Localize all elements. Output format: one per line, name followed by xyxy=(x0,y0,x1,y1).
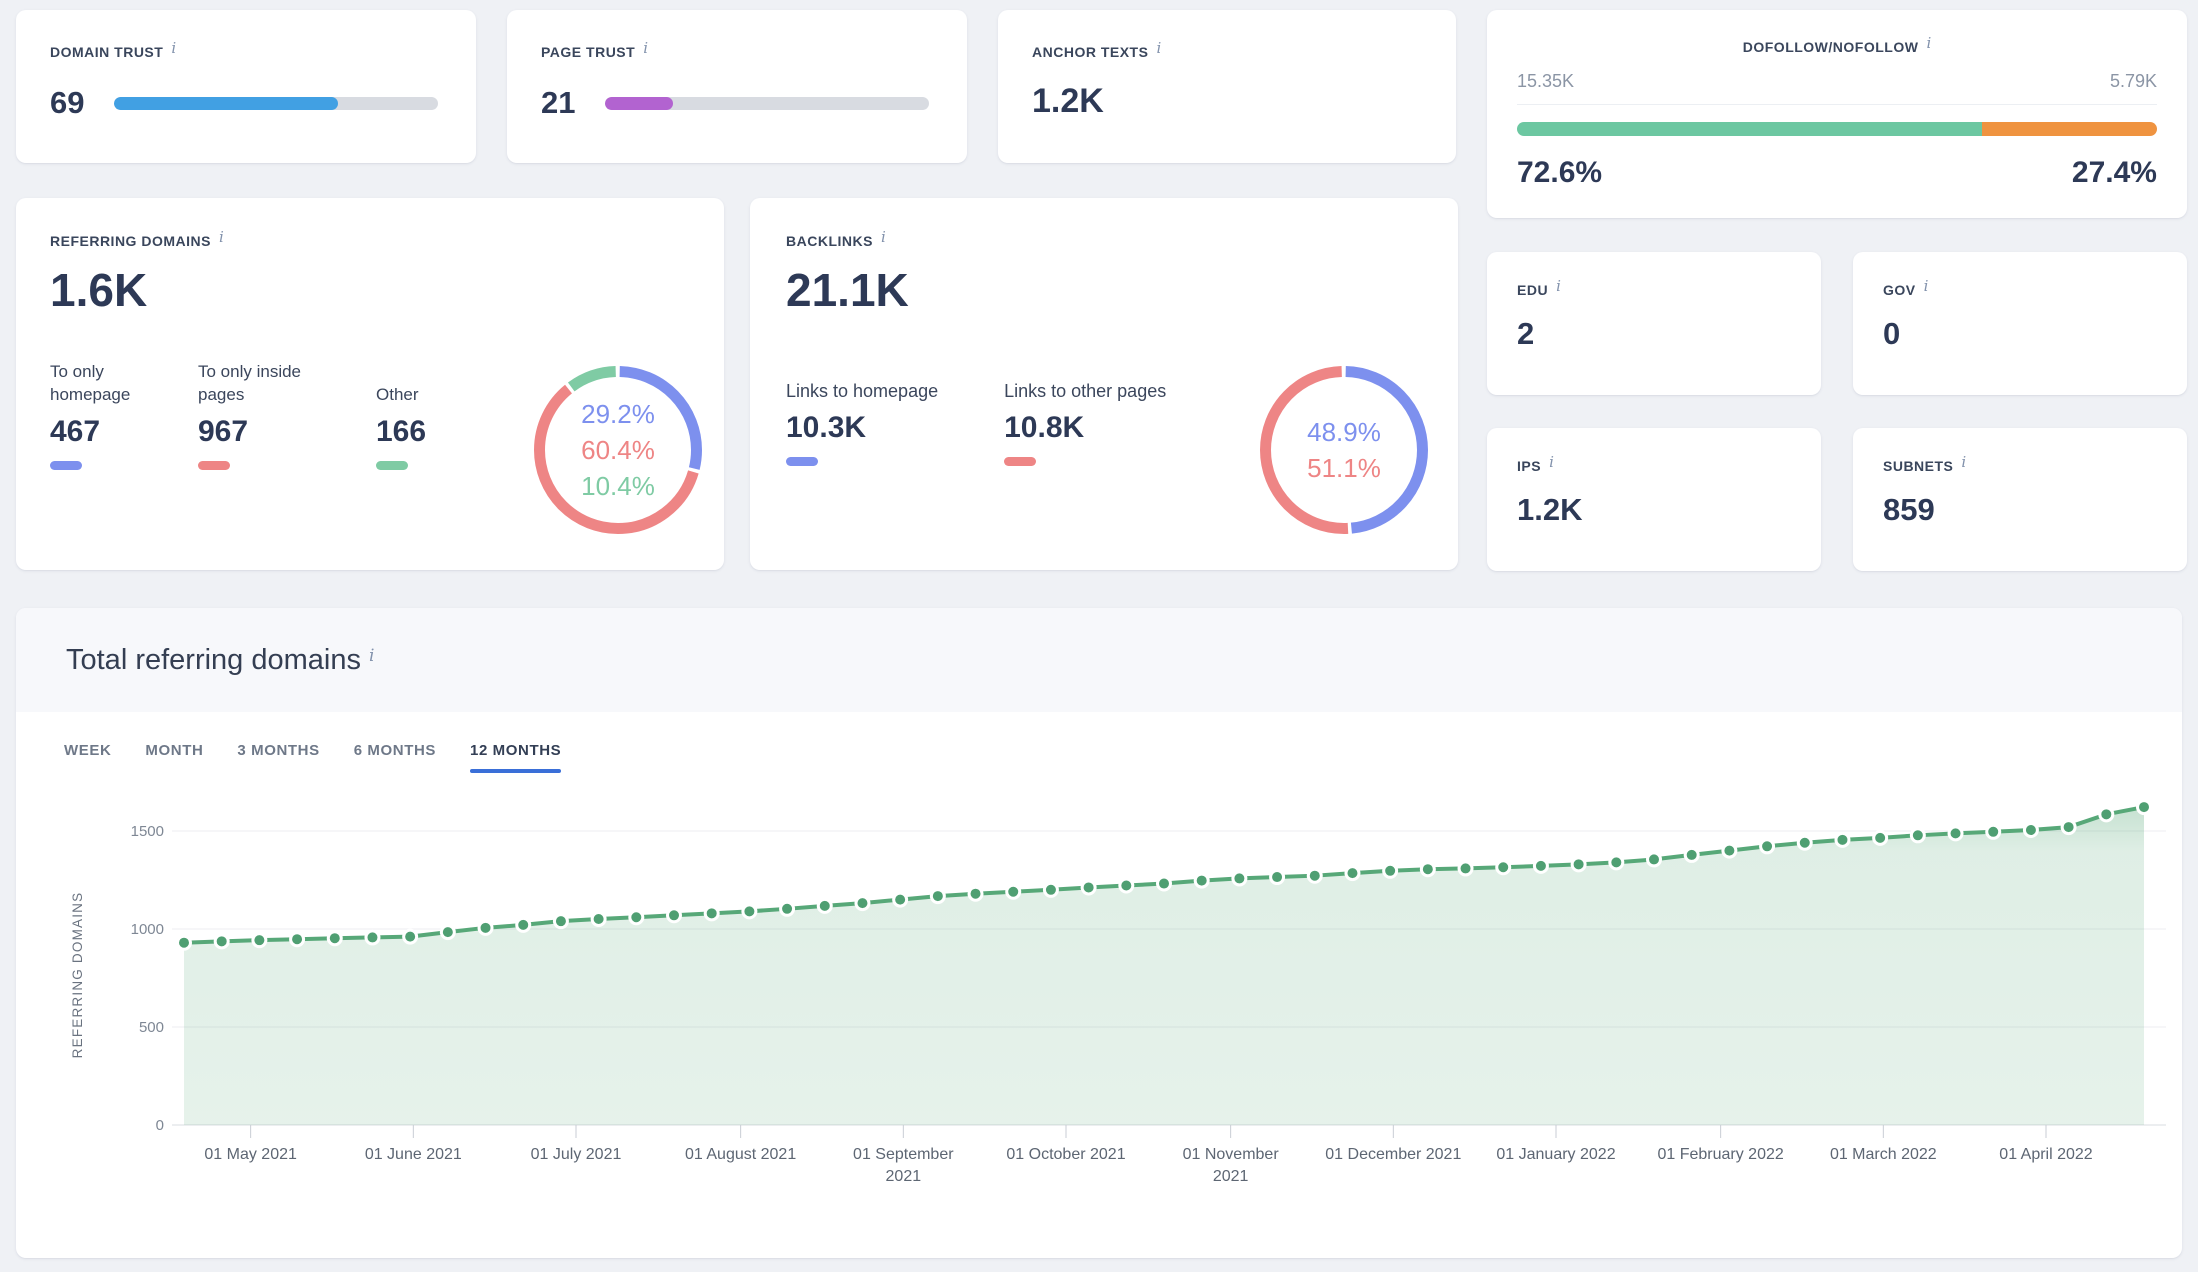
ips-card: IPS i 1.2K xyxy=(1487,428,1821,571)
donut-label: 51.1% xyxy=(1307,453,1381,483)
section-header: Total referring domains i xyxy=(16,608,2182,712)
domain-trust-bar-fill xyxy=(114,96,338,110)
legend-chip xyxy=(376,460,408,470)
card-title: REFERRING DOMAINS i xyxy=(50,228,224,249)
nofollow-percent: 27.4% xyxy=(2071,156,2157,189)
page-trust-bar xyxy=(605,96,929,110)
legend-chip xyxy=(198,460,230,470)
svg-text:REFERRING DOMAINS: REFERRING DOMAINS xyxy=(70,892,85,1059)
info-icon[interactable]: i xyxy=(369,646,374,666)
donut-label: 60.4% xyxy=(581,435,655,465)
info-icon[interactable]: i xyxy=(1961,453,1966,471)
card-title: ANCHOR TEXTS i xyxy=(1032,39,1162,60)
svg-text:01 July 2021: 01 July 2021 xyxy=(531,1146,622,1163)
svg-text:01 May 2021: 01 May 2021 xyxy=(204,1146,297,1163)
svg-text:01 January 2022: 01 January 2022 xyxy=(1496,1146,1615,1163)
nofollow-bar-segment xyxy=(1981,122,2157,136)
info-icon[interactable]: i xyxy=(1156,39,1161,57)
donut-label: 10.4% xyxy=(581,471,655,501)
card-title: SUBNETS i xyxy=(1883,453,1967,474)
info-icon[interactable]: i xyxy=(1549,453,1554,471)
info-icon[interactable]: i xyxy=(1926,34,1931,52)
backlinks-value: 21.1K xyxy=(786,264,909,316)
svg-text:01 June 2021: 01 June 2021 xyxy=(365,1146,462,1163)
nofollow-count: 5.79K xyxy=(2109,71,2157,91)
dashboard: DOMAIN TRUST i 69 PAGE TRUST i 21 ANCHOR T… xyxy=(0,0,2198,1272)
svg-text:01 March 2022: 01 March 2022 xyxy=(1830,1146,1937,1163)
anchor-texts-card: ANCHOR TEXTS i 1.2K xyxy=(998,10,1456,163)
svg-text:1000: 1000 xyxy=(131,921,164,938)
area-chart-svg: 0 500 1000 1500 REFERRING DOMAINS 01 May 2021… xyxy=(70,799,2166,1185)
card-title: PAGE TRUST i xyxy=(541,39,649,60)
svg-text:2021: 2021 xyxy=(886,1168,922,1185)
total-referring-domains-section: Total referring domains i WEEK MONTH 3 MO… xyxy=(16,608,2182,1258)
edu-value: 2 xyxy=(1517,316,1535,351)
subnets-card: SUBNETS i 859 xyxy=(1853,428,2187,571)
tab-week[interactable]: WEEK xyxy=(64,742,111,773)
card-title: DOMAIN TRUST i xyxy=(50,39,177,60)
domain-trust-card: DOMAIN TRUST i 69 xyxy=(16,10,476,163)
card-title: EDU i xyxy=(1517,277,1561,298)
dofollow-bar-segment xyxy=(1517,122,1982,136)
svg-text:500: 500 xyxy=(139,1019,164,1036)
info-icon[interactable]: i xyxy=(1924,277,1929,295)
ips-value: 1.2K xyxy=(1517,492,1583,527)
referring-domains-card: REFERRING DOMAINS i 1.6K To only homepage… xyxy=(16,198,724,570)
tab-3-months[interactable]: 3 MONTHS xyxy=(237,742,319,773)
section-title: Total referring domains i xyxy=(66,643,375,676)
info-icon[interactable]: i xyxy=(171,39,176,57)
svg-text:01 October 2021: 01 October 2021 xyxy=(1006,1146,1125,1163)
stat-to-only-inside-pages: To only inside pages 967 xyxy=(198,361,336,470)
stat-links-to-other-pages: Links to other pages 10.8K xyxy=(1004,379,1166,467)
dofollow-count: 15.35K xyxy=(1517,71,1575,91)
info-icon[interactable]: i xyxy=(219,228,224,246)
card-title: BACKLINKS i xyxy=(786,228,886,249)
referring-domains-value: 1.6K xyxy=(50,264,148,316)
backlinks-donut-chart: 48.9% 51.1% xyxy=(1260,366,1428,534)
svg-text:0: 0 xyxy=(156,1117,164,1134)
dofollow-nofollow-card: DOFOLLOW/NOFOLLOW i 15.35K 5.79K 72.6% 27… xyxy=(1487,10,2187,218)
edu-card: EDU i 2 xyxy=(1487,252,1821,395)
tab-month[interactable]: MONTH xyxy=(145,742,203,773)
domain-trust-bar xyxy=(114,96,438,110)
page-trust-value: 21 xyxy=(541,85,576,120)
stat-to-only-homepage: To only homepage 467 xyxy=(50,361,158,470)
card-title: IPS i xyxy=(1517,453,1554,474)
svg-text:01 February 2022: 01 February 2022 xyxy=(1657,1146,1783,1163)
info-icon[interactable]: i xyxy=(643,39,648,57)
card-title: DOFOLLOW/NOFOLLOW i xyxy=(1742,34,1932,55)
stat-links-to-homepage: Links to homepage 10.3K xyxy=(786,379,938,467)
gov-card: GOV i 0 xyxy=(1853,252,2187,395)
stat-other: Other 166 xyxy=(376,384,426,470)
legend-chip xyxy=(1004,457,1037,467)
tab-12-months[interactable]: 12 MONTHS xyxy=(470,742,562,773)
backlinks-card: BACKLINKS i 21.1K Links to homepage 10.3K… xyxy=(750,198,1458,570)
svg-text:01 December 2021: 01 December 2021 xyxy=(1325,1146,1461,1163)
svg-text:01 November: 01 November xyxy=(1183,1146,1280,1163)
info-icon[interactable]: i xyxy=(1556,277,1561,295)
dofollow-nofollow-bar xyxy=(1517,122,2157,136)
page-trust-bar-fill xyxy=(605,96,674,110)
gov-value: 0 xyxy=(1883,316,1901,351)
donut-label: 29.2% xyxy=(581,399,655,429)
dofollow-percent: 72.6% xyxy=(1517,156,1603,189)
subnets-value: 859 xyxy=(1883,492,1935,527)
svg-text:1500: 1500 xyxy=(131,823,164,840)
card-title: GOV i xyxy=(1883,277,1929,298)
referring-domains-donut-chart: 29.2% 60.4% 10.4% xyxy=(534,366,702,534)
info-icon[interactable]: i xyxy=(881,228,886,246)
page-trust-card: PAGE TRUST i 21 xyxy=(507,10,967,163)
donut-label: 48.9% xyxy=(1307,417,1381,447)
svg-text:01 August 2021: 01 August 2021 xyxy=(685,1146,796,1163)
period-tabs: WEEK MONTH 3 MONTHS 6 MONTHS 12 MONTHS xyxy=(64,742,2182,773)
domain-trust-value: 69 xyxy=(50,85,85,120)
legend-chip xyxy=(50,460,82,470)
referring-domains-trend-chart: 0 500 1000 1500 REFERRING DOMAINS 01 May 2021… xyxy=(24,795,2182,1202)
anchor-texts-value: 1.2K xyxy=(1032,82,1104,120)
svg-text:01 April 2022: 01 April 2022 xyxy=(1999,1146,2093,1163)
svg-text:01 September: 01 September xyxy=(853,1146,954,1163)
svg-text:2021: 2021 xyxy=(1213,1168,1249,1185)
tab-6-months[interactable]: 6 MONTHS xyxy=(354,742,436,773)
legend-chip xyxy=(786,457,818,467)
